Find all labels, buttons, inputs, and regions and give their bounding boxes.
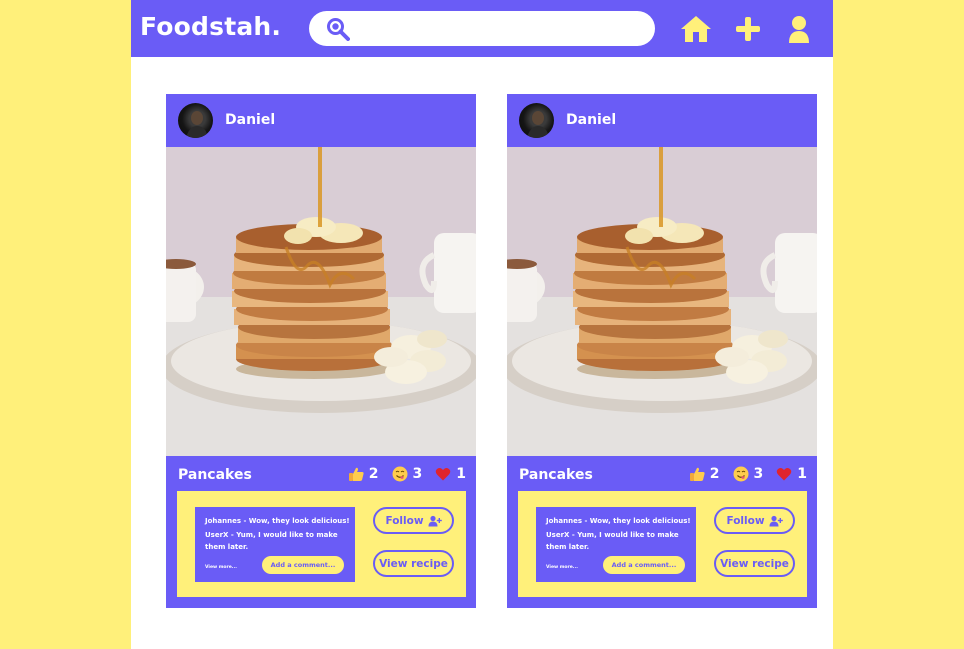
add-user-icon	[769, 515, 783, 526]
post-card: Daniel Pancakes 2 3 1 Johannes - Wow, th…	[507, 94, 817, 608]
yum-count: 3	[412, 466, 423, 482]
page: Foodstah. Daniel Pancakes 2 3 1 Johannes…	[131, 0, 833, 649]
comments-box: Johannes - Wow, they look delicious! Use…	[195, 507, 355, 582]
thumbs-up-reaction[interactable]: 2	[689, 466, 720, 482]
home-icon[interactable]	[679, 13, 713, 45]
post-footer: Johannes - Wow, they look delicious! Use…	[177, 491, 466, 597]
heart-reaction[interactable]: 1	[776, 466, 807, 482]
follow-label: Follow	[385, 514, 424, 527]
post-card: Daniel Pancakes 2 3 1 Johannes - Wow, th…	[166, 94, 476, 608]
thumbs-up-icon	[689, 467, 705, 481]
comment: Johannes - Wow, they look delicious!	[205, 517, 350, 525]
heart-icon	[777, 467, 792, 481]
post-title: Pancakes	[519, 467, 593, 483]
post-footer: Johannes - Wow, they look delicious! Use…	[518, 491, 807, 597]
view-recipe-button[interactable]: View recipe	[373, 550, 454, 577]
view-recipe-button[interactable]: View recipe	[714, 550, 795, 577]
add-user-icon	[428, 515, 442, 526]
plus-icon[interactable]	[731, 13, 765, 45]
comments-box: Johannes - Wow, they look delicious! Use…	[536, 507, 696, 582]
follow-button[interactable]: Follow	[714, 507, 795, 534]
reaction-bar: 2 3 1	[348, 466, 466, 482]
follow-label: Follow	[726, 514, 765, 527]
post-title: Pancakes	[178, 467, 252, 483]
username[interactable]: Daniel	[566, 112, 616, 128]
thumbs-up-count: 2	[368, 466, 379, 482]
food-photo[interactable]	[166, 147, 476, 456]
yum-face-icon	[392, 466, 407, 482]
comment: UserX - Yum, I would like to make them l…	[546, 531, 679, 551]
reaction-bar: 2 3 1	[689, 466, 807, 482]
username[interactable]: Daniel	[225, 112, 275, 128]
yum-count: 3	[753, 466, 764, 482]
search-icon[interactable]	[326, 17, 350, 41]
follow-button[interactable]: Follow	[373, 507, 454, 534]
add-comment-button[interactable]: Add a comment...	[603, 556, 685, 574]
add-comment-button[interactable]: Add a comment...	[262, 556, 344, 574]
top-bar: Foodstah.	[131, 0, 833, 57]
thumbs-up-reaction[interactable]: 2	[348, 466, 379, 482]
avatar[interactable]	[178, 103, 213, 138]
view-more-link[interactable]: View more...	[546, 565, 578, 570]
heart-reaction[interactable]: 1	[435, 466, 466, 482]
comment: UserX - Yum, I would like to make them l…	[205, 531, 338, 551]
heart-count: 1	[797, 466, 807, 482]
avatar[interactable]	[519, 103, 554, 138]
heart-icon	[436, 467, 451, 481]
heart-count: 1	[456, 466, 466, 482]
yum-reaction[interactable]: 3	[733, 466, 764, 482]
view-more-link[interactable]: View more...	[205, 565, 237, 570]
thumbs-up-count: 2	[709, 466, 720, 482]
food-photo[interactable]	[507, 147, 817, 456]
thumbs-up-icon	[348, 467, 364, 481]
comment: Johannes - Wow, they look delicious!	[546, 517, 691, 525]
user-icon[interactable]	[782, 13, 816, 45]
yum-reaction[interactable]: 3	[392, 466, 423, 482]
app-logo[interactable]: Foodstah.	[140, 12, 281, 41]
search-input[interactable]	[309, 11, 655, 46]
yum-face-icon	[733, 466, 748, 482]
